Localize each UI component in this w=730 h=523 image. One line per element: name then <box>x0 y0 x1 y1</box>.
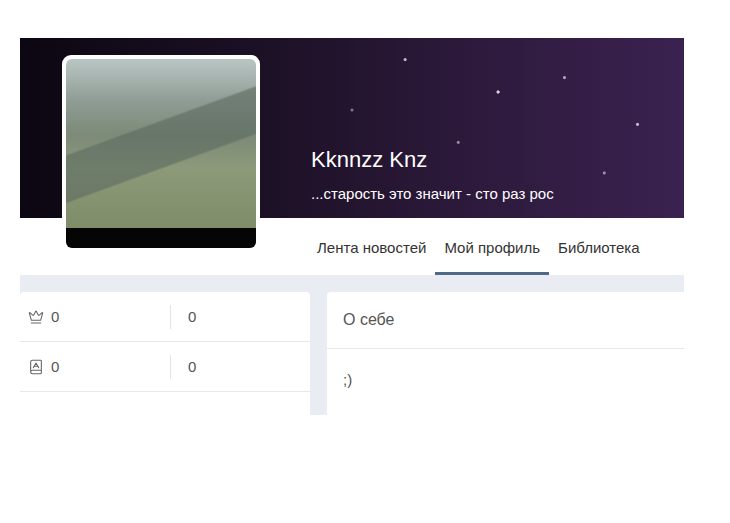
about-text: ;) <box>327 349 684 410</box>
tab[interactable]: Мой профиль <box>435 218 549 275</box>
crown-icon <box>28 309 44 325</box>
stat-extra: 0 <box>171 358 196 375</box>
profile: Kknnzz Knz ...старость это значит - сто р… <box>20 38 684 415</box>
about-title: О себе <box>327 292 684 349</box>
book-icon <box>28 359 44 375</box>
stat-row: 00 <box>20 292 310 342</box>
content-area: 0000О себе;) <box>20 275 684 415</box>
profile-status: ...старость это значит - сто раз рос <box>311 184 674 204</box>
stat-divider <box>170 305 171 329</box>
tab[interactable]: Библиотека <box>549 218 649 275</box>
avatar[interactable] <box>62 55 260 252</box>
avatar-photo <box>66 59 256 248</box>
stat-value: 0 <box>20 358 170 375</box>
about-card: О себе;) <box>327 292 684 415</box>
stats-card: 0000 <box>20 292 310 415</box>
profile-name: Kknnzz Knz <box>311 146 674 174</box>
stat-row: 00 <box>20 342 310 392</box>
tab[interactable]: Лента новостей <box>308 218 435 275</box>
stat-value: 0 <box>20 308 170 325</box>
stat-extra: 0 <box>171 308 196 325</box>
photo-strip <box>66 228 256 248</box>
stat-divider <box>170 355 171 379</box>
page: Kknnzz Knz ...старость это значит - сто р… <box>0 0 730 523</box>
photo-scene <box>66 59 256 228</box>
